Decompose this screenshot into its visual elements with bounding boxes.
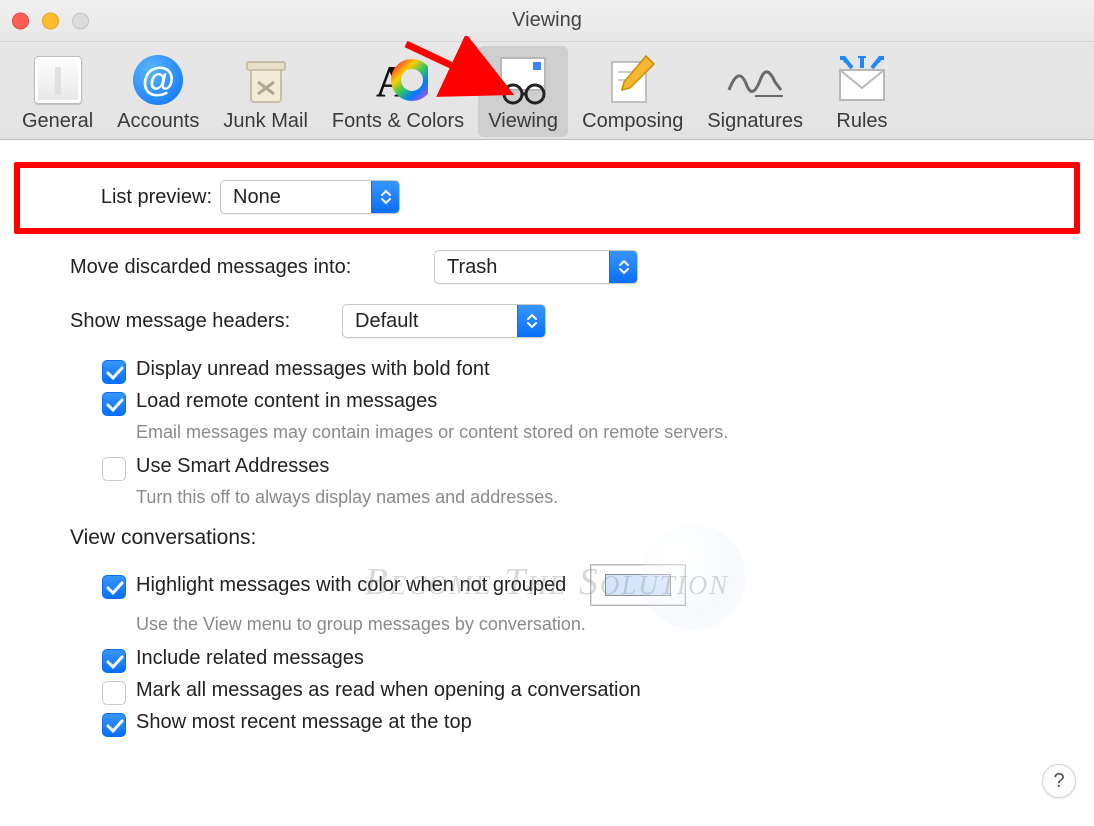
recent-top-checkbox[interactable]	[102, 713, 126, 737]
highlight-color-label: Highlight messages with color when not g…	[136, 574, 566, 597]
highlight-color-well[interactable]	[590, 564, 686, 606]
preferences-content: List preview: None Move discarded messag…	[0, 140, 1094, 735]
tab-label: Composing	[582, 110, 683, 133]
glasses-envelope-icon	[493, 54, 553, 106]
load-remote-label: Load remote content in messages	[136, 390, 437, 413]
trash-icon	[241, 54, 291, 106]
include-related-label: Include related messages	[136, 647, 364, 670]
preferences-toolbar: General @ Accounts Junk Mail A	[0, 42, 1094, 140]
tab-label: Viewing	[488, 110, 558, 133]
switch-icon	[34, 56, 82, 104]
minimize-window-button[interactable]	[42, 12, 59, 29]
rules-icon	[834, 56, 890, 104]
tab-label: Rules	[836, 110, 887, 133]
move-discarded-label: Move discarded messages into:	[14, 256, 434, 279]
include-related-checkbox[interactable]	[102, 649, 126, 673]
chevron-up-down-icon	[609, 251, 637, 283]
highlight-color-hint: Use the View menu to group messages by c…	[136, 614, 1080, 635]
close-window-button[interactable]	[12, 12, 29, 29]
tab-accounts[interactable]: @ Accounts	[107, 46, 209, 137]
zoom-window-button	[72, 12, 89, 29]
list-preview-select[interactable]: None	[220, 180, 400, 214]
load-remote-checkbox[interactable]	[102, 392, 126, 416]
chevron-up-down-icon	[371, 181, 399, 213]
recent-top-label: Show most recent message at the top	[136, 711, 472, 734]
smart-addresses-hint: Turn this off to always display names an…	[136, 487, 1080, 508]
smart-addresses-label: Use Smart Addresses	[136, 455, 329, 478]
tab-composing[interactable]: Composing	[572, 46, 693, 137]
compose-icon	[606, 54, 660, 106]
bold-unread-label: Display unread messages with bold font	[136, 358, 490, 381]
highlight-color-checkbox[interactable]	[102, 575, 126, 599]
tab-general[interactable]: General	[12, 46, 103, 137]
show-headers-select[interactable]: Default	[342, 304, 546, 338]
select-value: None	[221, 186, 371, 209]
tab-junk-mail[interactable]: Junk Mail	[213, 46, 317, 137]
highlight-annotation: List preview: None	[14, 162, 1080, 234]
select-value: Default	[343, 310, 517, 333]
tab-label: Junk Mail	[223, 110, 307, 133]
at-icon: @	[133, 55, 183, 105]
mark-all-read-checkbox[interactable]	[102, 681, 126, 705]
tab-label: General	[22, 110, 93, 133]
window-title: Viewing	[512, 9, 582, 32]
chevron-up-down-icon	[517, 305, 545, 337]
window-controls	[12, 12, 89, 29]
tab-label: Accounts	[117, 110, 199, 133]
move-discarded-select[interactable]: Trash	[434, 250, 638, 284]
signature-icon	[725, 60, 785, 100]
smart-addresses-checkbox[interactable]	[102, 457, 126, 481]
tab-label: Signatures	[707, 110, 803, 133]
fonts-colors-icon: A	[368, 54, 428, 106]
help-button[interactable]: ?	[1042, 764, 1076, 798]
load-remote-hint: Email messages may contain images or con…	[136, 422, 1080, 443]
view-conversations-label: View conversations:	[70, 526, 1080, 550]
bold-unread-checkbox[interactable]	[102, 360, 126, 384]
mark-all-read-label: Mark all messages as read when opening a…	[136, 679, 641, 702]
help-icon: ?	[1053, 770, 1064, 793]
tab-viewing[interactable]: Viewing	[478, 46, 568, 137]
titlebar: Viewing	[0, 0, 1094, 42]
tab-label: Fonts & Colors	[332, 110, 464, 133]
tab-rules[interactable]: Rules	[817, 46, 907, 137]
color-swatch	[605, 574, 671, 596]
tab-signatures[interactable]: Signatures	[697, 46, 813, 137]
list-preview-label: List preview:	[30, 186, 220, 209]
select-value: Trash	[435, 256, 609, 279]
tab-fonts-colors[interactable]: A Fonts & Colors	[322, 46, 474, 137]
show-headers-label: Show message headers:	[14, 310, 342, 333]
